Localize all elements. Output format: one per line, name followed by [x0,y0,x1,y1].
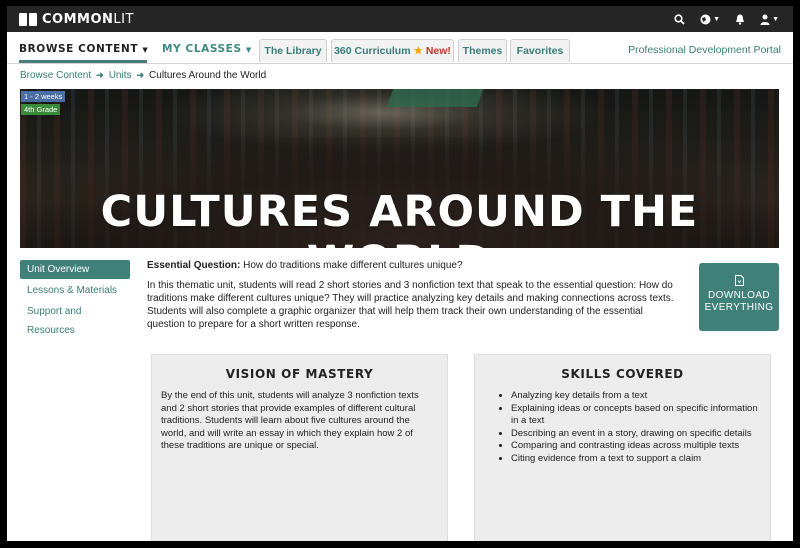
top-bar: COMMONLIT ▼ ▼ [7,6,793,32]
list-item: Analyzing key details from a text [511,390,763,403]
chevron-down-icon: ▼ [772,15,779,23]
pd-portal-link[interactable]: Professional Development Portal [628,44,781,56]
file-icon [734,275,744,286]
browser-frame: COMMONLIT ▼ ▼ BROWSE CONTENT ▼ MY CLASSE… [7,6,793,541]
arrow-right-icon: ➜ [136,70,145,80]
browse-content-menu[interactable]: BROWSE CONTENT ▼ [19,43,148,55]
list-item: Explaining ideas or concepts based on sp… [511,403,763,428]
unit-title: CULTURES AROUND THE WORLD [100,187,699,248]
tab-favorites[interactable]: Favorites [510,39,570,62]
essential-question: Essential Question: How do traditions ma… [147,260,463,271]
new-badge: New! [425,45,451,57]
skills-list: Analyzing key details from a text Explai… [511,390,763,465]
tab-360-curriculum[interactable]: 360 Curriculum ★ New! [331,39,454,62]
duration-badge: 1 - 2 weeks [21,91,66,102]
tab-the-library[interactable]: The Library [259,39,327,62]
download-everything-button[interactable]: DOWNLOAD EVERYTHING [699,263,779,331]
grade-badge: 4th Grade [21,104,61,115]
book-icon [19,12,37,26]
breadcrumb-browse-content[interactable]: Browse Content [20,70,91,81]
breadcrumb: Browse Content ➜ Units ➜ Cultures Around… [20,70,266,81]
list-item: Comparing and contrasting ideas across m… [511,440,763,453]
sidebar-item-unit-overview[interactable]: Unit Overview [20,260,130,279]
list-item: Citing evidence from a text to support a… [511,453,763,466]
chevron-down-icon: ▼ [713,15,721,23]
search-icon[interactable] [674,13,685,25]
my-classes-menu[interactable]: MY CLASSES ▼ [162,43,252,55]
active-underline [19,60,147,63]
skills-covered-panel: SKILLS COVERED Analyzing key details fro… [474,354,771,541]
arrow-right-icon: ➜ [96,70,104,80]
breadcrumb-current: Cultures Around the World [149,70,267,81]
logo-text: COMMONLIT [42,11,134,27]
list-item: Describing an event in a story, drawing … [511,428,763,441]
star-icon: ★ [413,45,423,57]
unit-sidebar: Unit Overview Lessons & Materials Suppor… [20,260,130,336]
bell-icon[interactable] [735,14,745,25]
tab-themes[interactable]: Themes [458,39,507,62]
user-icon[interactable]: ▼ [760,14,779,25]
unit-banner: 1 - 2 weeks 4th Grade CULTURES AROUND TH… [20,89,779,248]
breadcrumb-units[interactable]: Units [109,70,132,81]
vision-title: VISION OF MASTERY [225,367,374,381]
vision-of-mastery-panel: VISION OF MASTERY By the end of this uni… [151,354,448,541]
skills-title: SKILLS COVERED [561,367,684,381]
unit-intro: In this thematic unit, students will rea… [147,280,674,330]
sidebar-item-lessons-materials[interactable]: Lessons & Materials [20,281,130,300]
globe-icon[interactable]: ▼ [700,14,720,25]
main-nav: BROWSE CONTENT ▼ MY CLASSES ▼ The Librar… [7,32,793,64]
sidebar-item-support-resources[interactable]: Support and Resources [20,302,130,336]
vision-text: By the end of this unit, students will a… [161,390,419,451]
commonlit-logo[interactable]: COMMONLIT [19,11,134,27]
